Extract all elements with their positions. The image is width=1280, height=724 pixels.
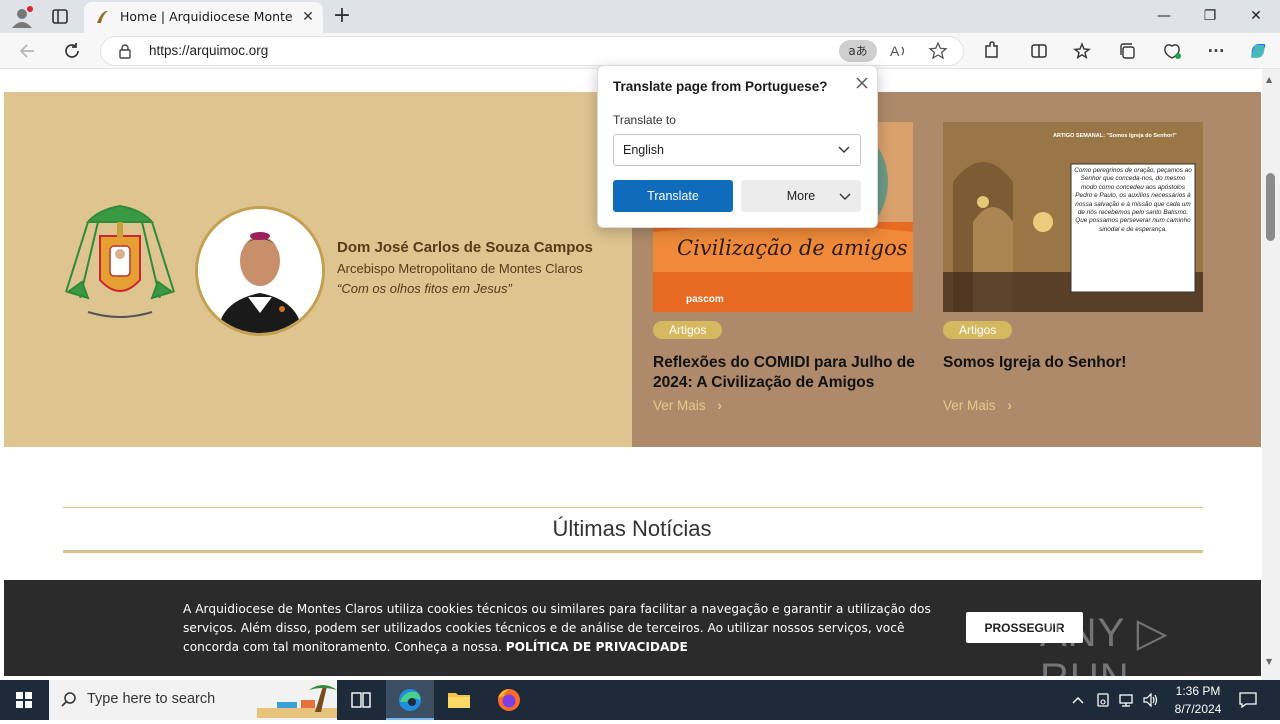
bishop-role: Arcebispo Metropolitano de Montes Claros — [337, 261, 583, 276]
translate-button[interactable]: Translate — [613, 180, 733, 212]
edge-browser-icon[interactable] — [386, 680, 434, 720]
translate-popup: Translate page from Portuguese? Translat… — [597, 65, 878, 228]
tab-actions-icon[interactable] — [48, 6, 72, 28]
new-tab-button[interactable]: + — [329, 3, 355, 29]
article-title-link[interactable]: Reflexões do COMIDI para Julho de 2024: … — [653, 353, 918, 393]
restore-button[interactable]: ❐ — [1187, 0, 1233, 33]
favorites-icon[interactable] — [1069, 37, 1097, 65]
clock-date[interactable]: 8/7/2024 — [1163, 702, 1233, 716]
scroll-down-icon[interactable]: ▼ — [1266, 657, 1272, 666]
notifications-icon[interactable] — [1238, 691, 1258, 709]
divider — [63, 507, 1203, 508]
copilot-icon[interactable] — [1244, 37, 1272, 65]
bishop-motto: “Com os olhos fitos em Jesus” — [337, 281, 512, 296]
read-more-label: Ver Mais — [943, 398, 996, 413]
scroll-thumb[interactable] — [1266, 173, 1275, 241]
browser-tab[interactable]: Home | Arquidiocese Montes Claros ✕ — [84, 2, 323, 33]
read-more-link[interactable]: Ver Mais › — [653, 398, 722, 413]
article-image-header: ARTIGO SEMANAL: "Somos Igreja do Senhor!… — [1053, 133, 1177, 139]
profile-icon[interactable] — [8, 4, 36, 30]
url-text[interactable]: https://arquimoc.org — [149, 43, 268, 58]
tab-title: Home | Arquidiocese Montes Claros — [120, 9, 292, 24]
file-explorer-icon[interactable] — [435, 680, 483, 720]
translate-icon[interactable]: aあ — [839, 40, 877, 62]
bishop-portrait — [195, 206, 325, 336]
cookie-message: A Arquidiocese de Montes Claros utiliza … — [183, 600, 953, 657]
favorite-star-icon[interactable] — [927, 40, 949, 62]
read-aloud-icon[interactable]: A — [887, 40, 909, 62]
collections-icon[interactable] — [1114, 37, 1142, 65]
minimize-button[interactable]: — — [1141, 0, 1187, 33]
cookie-consent-bar: A Arquidiocese de Montes Claros utiliza … — [4, 580, 1261, 680]
svg-text:A: A — [890, 43, 900, 59]
chevron-right-icon: › — [717, 398, 723, 413]
anyrun-watermark: ANY ▷ RUN — [1040, 611, 1169, 680]
firefox-icon[interactable] — [484, 680, 532, 720]
site-favicon-icon — [94, 8, 112, 26]
volume-icon[interactable] — [1142, 692, 1160, 708]
article-title-link[interactable]: Somos Igreja do Senhor! — [943, 353, 1208, 373]
translate-to-label: Translate to — [613, 113, 676, 127]
privacy-policy-link[interactable]: POLÍTICA DE PRIVACIDADE — [506, 640, 688, 654]
target-language-select[interactable]: English — [613, 134, 861, 166]
extensions-icon[interactable] — [977, 37, 1005, 65]
lock-icon[interactable] — [117, 43, 133, 59]
scroll-up-icon[interactable]: ▲ — [1266, 75, 1272, 84]
chevron-right-icon: › — [1007, 398, 1013, 413]
search-icon — [60, 691, 78, 709]
article-category-badge[interactable]: Artigos — [943, 321, 1013, 339]
article-category-badge[interactable]: Artigos — [653, 321, 723, 339]
page-scrollbar[interactable]: ▲ ▼ — [1262, 69, 1280, 680]
more-options-button[interactable]: More — [741, 180, 861, 212]
split-screen-icon[interactable] — [1025, 37, 1053, 65]
device-icon[interactable] — [1095, 692, 1111, 708]
refresh-icon[interactable] — [58, 37, 86, 65]
chevron-down-icon — [837, 188, 853, 204]
translate-popup-title: Translate page from Portuguese? — [613, 79, 828, 94]
search-highlight-icon — [257, 682, 337, 718]
tab-close-icon[interactable]: ✕ — [298, 7, 318, 27]
read-more-label: Ver Mais — [653, 398, 706, 413]
coat-of-arms-icon — [58, 202, 182, 328]
settings-more-icon[interactable]: ··· — [1202, 37, 1230, 65]
close-window-button[interactable]: ✕ — [1233, 0, 1279, 33]
read-more-link[interactable]: Ver Mais › — [943, 398, 1012, 413]
show-hidden-icons-icon[interactable] — [1070, 692, 1086, 708]
article-image-quote: Como peregrinos de oração, peçamos ao Se… — [1074, 167, 1192, 233]
network-icon[interactable] — [1118, 692, 1136, 708]
navigation-bar: https://arquimoc.org aあ A ··· — [0, 33, 1280, 69]
selected-language: English — [623, 143, 664, 157]
search-placeholder: Type here to search — [87, 691, 216, 707]
close-icon[interactable] — [851, 72, 873, 94]
clock-time[interactable]: 1:36 PM — [1163, 684, 1233, 698]
task-view-icon[interactable] — [337, 680, 385, 720]
windows-start-icon[interactable] — [0, 680, 48, 720]
pascom-logo: pascom — [686, 294, 724, 305]
divider — [63, 550, 1203, 553]
article-image-caption: Civilização de amigos — [677, 236, 908, 260]
chevron-down-icon — [836, 141, 852, 157]
windows-taskbar: Type here to search 1:36 PM 8/7/2024 — [0, 680, 1280, 720]
tab-strip: Home | Arquidiocese Montes Claros ✕ + — … — [0, 0, 1280, 33]
address-bar[interactable]: https://arquimoc.org aあ A — [100, 36, 964, 66]
browser-essentials-icon[interactable] — [1158, 37, 1186, 65]
more-options-label: More — [786, 189, 816, 203]
latest-news-heading: Últimas Notícias — [552, 516, 712, 541]
article-image-somos-igreja[interactable]: ARTIGO SEMANAL: "Somos Igreja do Senhor!… — [943, 122, 1203, 312]
bishop-name: Dom José Carlos de Souza Campos — [337, 239, 593, 256]
back-icon[interactable] — [14, 37, 42, 65]
taskbar-search[interactable]: Type here to search — [49, 680, 337, 720]
